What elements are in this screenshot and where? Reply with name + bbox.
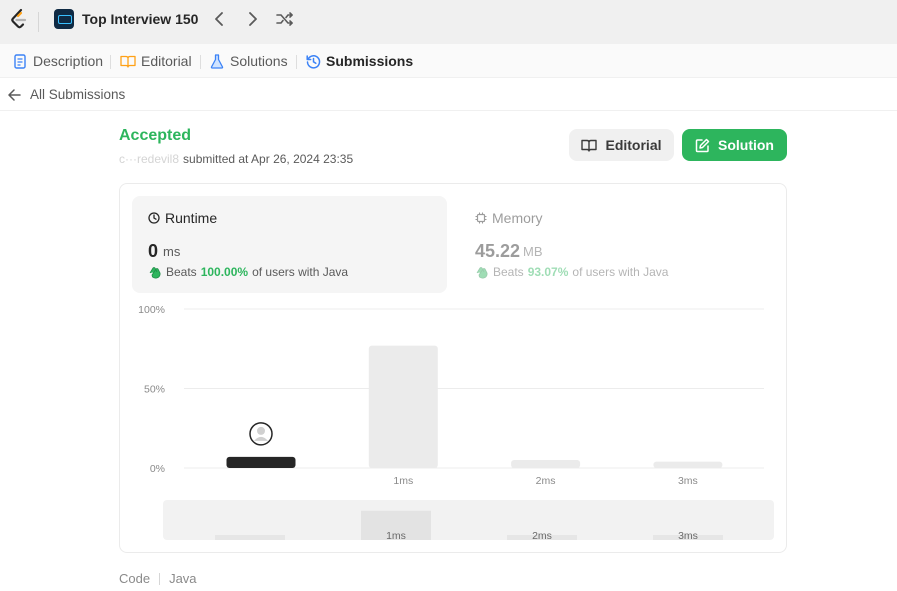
overview-tick-label: 3ms [678, 530, 698, 542]
tab-divider [110, 55, 111, 69]
tab-divider [200, 55, 201, 69]
clapping-hands-icon [476, 267, 488, 279]
shuffle-icon [276, 12, 293, 26]
description-icon [12, 53, 28, 69]
chevron-left-icon [215, 12, 223, 26]
beats-label: Beats [493, 265, 524, 279]
chip-icon [475, 212, 487, 224]
history-icon [305, 53, 321, 69]
chart-bar[interactable] [226, 456, 296, 468]
chart-bar[interactable] [653, 461, 723, 468]
x-tick-label: 3ms [678, 475, 698, 487]
overview-tick-label: 2ms [532, 530, 552, 542]
y-tick-label: 0% [150, 463, 165, 475]
tab-submissions[interactable]: Submissions [305, 52, 413, 70]
tab-description[interactable]: Description [12, 52, 103, 70]
memory-unit: MB [523, 244, 543, 259]
solution-button-label: Solution [718, 137, 774, 153]
code-header: Code Java [119, 571, 197, 586]
tab-label: Description [33, 53, 104, 69]
tab-label: Submissions [326, 53, 414, 69]
chart-bar[interactable] [368, 345, 438, 468]
beats-label: Beats [166, 265, 197, 279]
leetcode-logo[interactable] [9, 8, 29, 30]
code-label: Code [119, 571, 151, 586]
tab-solutions[interactable]: Solutions [209, 52, 288, 70]
runtime-header: Runtime [148, 210, 217, 226]
flask-icon [209, 53, 225, 69]
clapping-hands-icon [149, 267, 161, 279]
tab-divider [296, 55, 297, 69]
prev-problem-button[interactable] [210, 10, 228, 28]
study-plan-icon[interactable] [54, 9, 74, 29]
submitted-at: submitted at Apr 26, 2024 23:35 [183, 152, 354, 166]
editorial-button[interactable]: Editorial [569, 129, 674, 161]
memory-beats: Beats 93.07% of users with Java [475, 265, 668, 279]
tab-label: Editorial [141, 53, 192, 69]
runtime-beats-percent: 100.00% [200, 265, 249, 279]
all-submissions-link[interactable]: All Submissions [8, 87, 125, 102]
runtime-distribution-chart[interactable]: 0% 50% 100% 1ms 2ms 3ms 1ms 2ms 3ms [119, 300, 787, 545]
tab-label: Solutions [230, 53, 288, 69]
runtime-label: Runtime [165, 210, 218, 226]
next-problem-button[interactable] [244, 10, 262, 28]
submission-meta: c···redevil8 submitted at Apr 26, 2024 2… [119, 152, 353, 166]
clock-icon [148, 212, 160, 224]
arrow-left-icon [8, 88, 21, 101]
x-tick-label: 1ms [393, 475, 413, 487]
y-tick-label: 100% [138, 304, 165, 316]
chevron-right-icon [249, 12, 257, 26]
memory-label: Memory [492, 210, 543, 226]
memory-header[interactable]: Memory [475, 210, 543, 226]
avatar-icon [257, 426, 265, 435]
post-solution-button[interactable]: Solution [682, 129, 787, 161]
overview-bar [215, 535, 285, 540]
edit-icon [695, 138, 710, 152]
username[interactable]: c···redevil8 [119, 152, 179, 166]
code-language[interactable]: Java [169, 571, 196, 586]
runtime-unit: ms [163, 244, 181, 259]
chart-bar[interactable] [511, 460, 581, 468]
editorial-book-icon [120, 53, 136, 69]
editorial-button-label: Editorial [605, 137, 662, 153]
y-tick-label: 50% [144, 384, 165, 396]
runtime-beats: Beats 100.00% of users with Java [148, 265, 348, 279]
all-submissions-label: All Submissions [30, 87, 126, 102]
beats-suffix: of users with Java [572, 265, 669, 279]
memory-value: 45.22 [475, 241, 521, 261]
runtime-value: 0 [148, 241, 159, 261]
random-problem-button[interactable] [276, 10, 294, 28]
book-open-icon [581, 139, 598, 152]
x-tick-label: 2ms [536, 475, 556, 487]
overview-tick-label: 1ms [386, 530, 406, 542]
study-plan-title[interactable]: Top Interview 150 [82, 11, 198, 27]
beats-suffix: of users with Java [252, 265, 349, 279]
submission-nav-row: All Submissions [0, 79, 897, 111]
top-bar: Top Interview 150 [0, 0, 897, 44]
divider [38, 12, 39, 32]
divider [159, 572, 161, 585]
submission-status[interactable]: Accepted [119, 127, 191, 145]
tab-editorial[interactable]: Editorial [120, 52, 192, 70]
problem-tabs: Description Editorial Solutions Submissi… [0, 44, 897, 78]
memory-beats-percent: 93.07% [527, 265, 569, 279]
